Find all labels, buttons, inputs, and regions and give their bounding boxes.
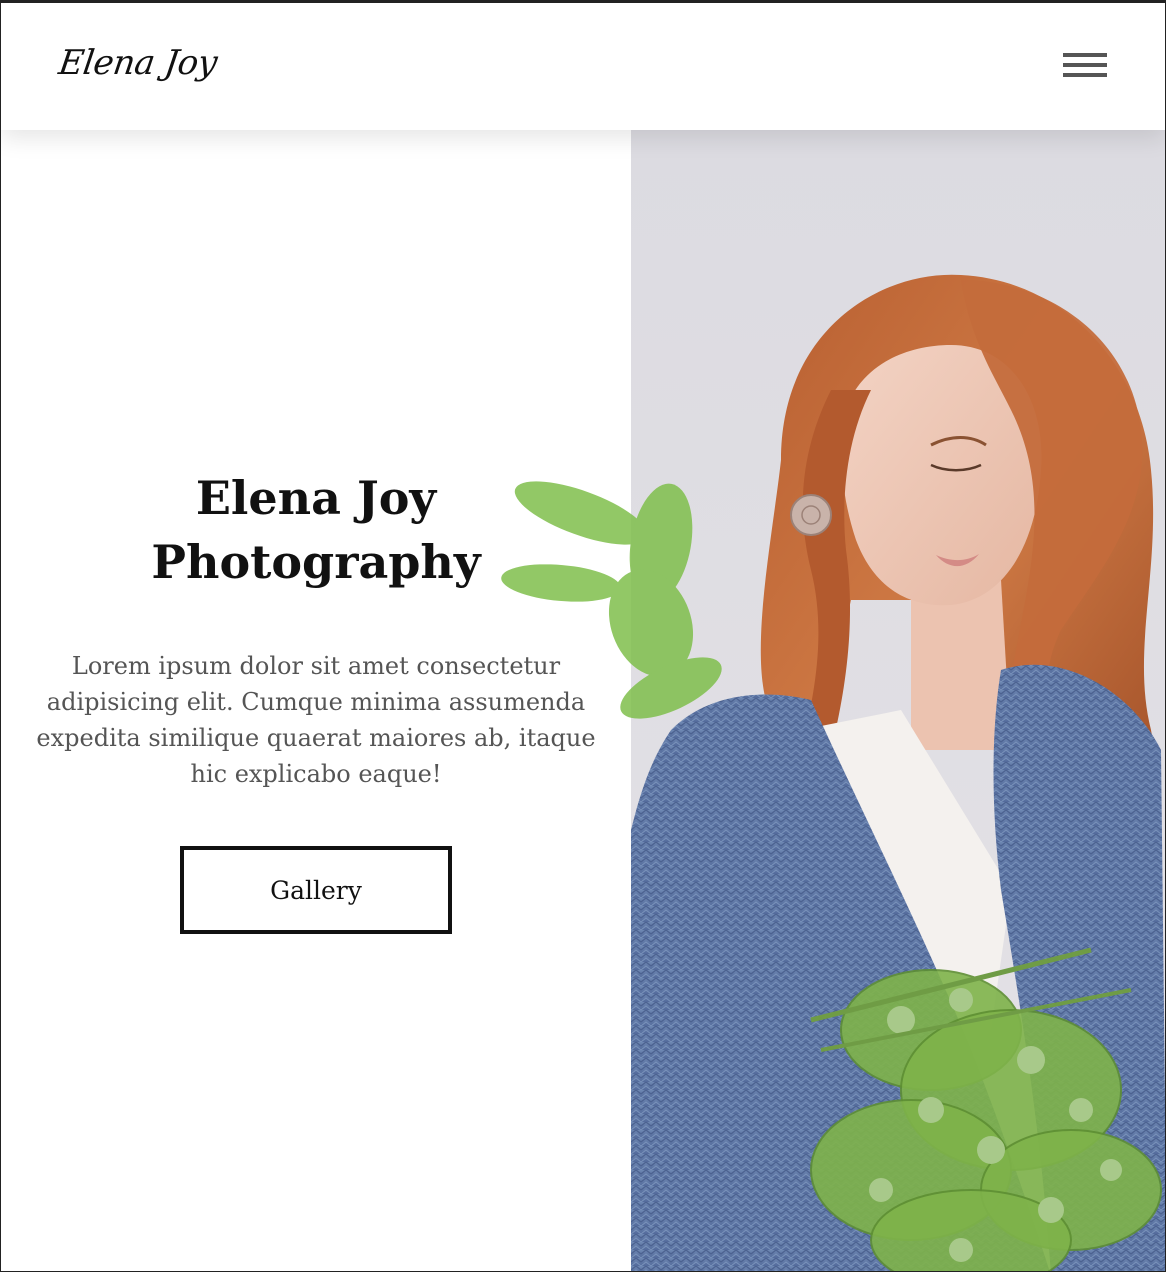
site-header: Elena Joy (1, 3, 1165, 130)
hero-photo (631, 130, 1165, 1271)
hero-title-line1: Elena Joy (195, 471, 437, 525)
hamburger-menu-icon[interactable] (1063, 53, 1109, 81)
gallery-button[interactable]: Gallery (180, 846, 452, 934)
hero-description: Lorem ipsum dolor sit amet consectetur a… (36, 652, 596, 788)
hero-content: Elena Joy Photography Lorem ipsum dolor … (1, 130, 631, 1271)
hero-title: Elena Joy Photography (1, 466, 631, 594)
hero-title-line2: Photography (151, 535, 481, 589)
menu-bar (1063, 63, 1107, 67)
menu-bar (1063, 73, 1107, 77)
page-frame: Elena Joy Elena Joy Photography Lorem ip… (0, 0, 1166, 1272)
menu-bar (1063, 53, 1107, 57)
portrait-illustration (631, 130, 1165, 1271)
site-logo[interactable]: Elena Joy (56, 43, 219, 83)
